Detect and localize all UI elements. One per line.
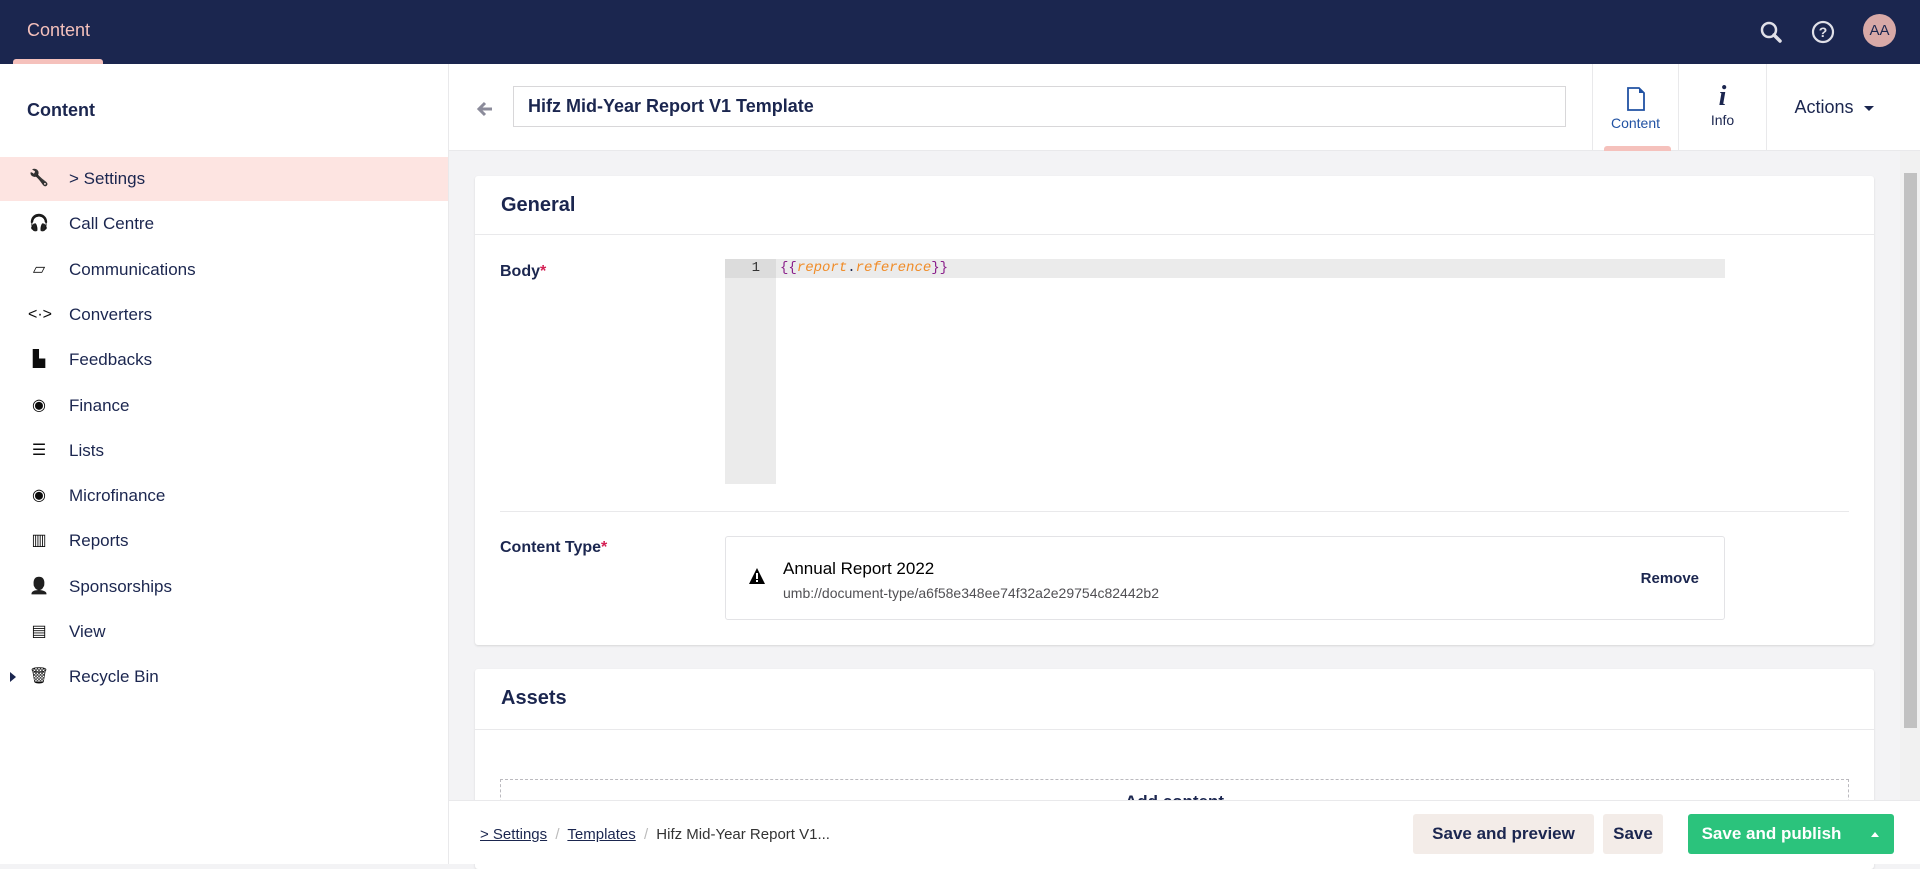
panel-title: Assets <box>501 687 567 709</box>
sidebar-item-label: Sponsorships <box>69 576 173 596</box>
sidebar-item-label: Converters <box>69 304 153 324</box>
sidebar-item-settings[interactable]: 🔧 > Settings <box>0 157 448 201</box>
warning-icon <box>749 568 765 584</box>
breadcrumb-current: Hifz Mid-Year Report V1... <box>656 826 830 843</box>
sidebar-item-recycle-bin[interactable]: 🗑 Recycle Bin <box>0 655 448 699</box>
sidebar-item-reports[interactable]: ▥ Reports <box>0 519 448 563</box>
app-tab-label: Info <box>1710 112 1735 128</box>
panel-title: General <box>501 194 576 216</box>
sidebar-item-finance[interactable]: ◉ Finance <box>0 384 448 428</box>
caret-up-icon <box>1870 831 1879 837</box>
sidebar-item-sponsorships[interactable]: 👤 Sponsorships <box>0 565 448 609</box>
inbox-icon: ▱ <box>32 260 46 278</box>
sidebar-item-label: Reports <box>69 531 129 551</box>
save-and-publish-button[interactable]: Save and publish <box>1688 814 1855 854</box>
active-tab-indicator <box>1604 146 1671 151</box>
publish-options-button[interactable] <box>1855 814 1894 854</box>
sidebar-item-call-centre[interactable]: 🎧 Call Centre <box>0 202 448 246</box>
breadcrumb-templates[interactable]: Templates <box>567 826 635 843</box>
save-and-preview-button[interactable]: Save and preview <box>1413 814 1594 854</box>
sidebar-item-label: Recycle Bin <box>69 667 159 687</box>
sidebar-item-communications[interactable]: ▱ Communications <box>0 248 448 292</box>
info-icon: i <box>1718 81 1727 112</box>
document-icon <box>1626 87 1645 111</box>
sidebar-item-lists[interactable]: ☰ Lists <box>0 429 448 473</box>
headset-icon: 🎧 <box>29 215 49 233</box>
trash-icon: 🗑 <box>28 668 50 686</box>
svg-text:?: ? <box>1819 24 1828 40</box>
coins-icon: ◉ <box>32 396 46 414</box>
sidebar-item-label: Feedbacks <box>69 350 153 370</box>
sidebar-item-label: Communications <box>69 259 196 279</box>
sidebar-item-label: Finance <box>69 395 130 415</box>
content-type-name: Annual Report 2022 <box>783 559 935 578</box>
top-bar: Content ? AA <box>0 0 1920 64</box>
newspaper-icon: ▤ <box>31 623 47 640</box>
sidebar-item-view[interactable]: ▤ View <box>0 610 448 654</box>
document-name-input[interactable] <box>513 86 1566 127</box>
app-tab-label: Content <box>1610 115 1661 131</box>
save-button[interactable]: Save <box>1603 814 1663 854</box>
breadcrumb: > Settings / Templates / Hifz Mid-Year R… <box>480 826 830 843</box>
scrollbar-thumb[interactable] <box>1904 173 1917 728</box>
sidebar-item-feedbacks[interactable]: ▙ Feedbacks <box>0 338 448 382</box>
general-panel: General Body* 1 {{report.reference}} Con… <box>475 176 1874 645</box>
content-type-picker-item: Annual Report 2022 umb://document-type/a… <box>725 536 1725 620</box>
help-icon[interactable]: ? <box>1807 16 1839 48</box>
sidebar-item-label: View <box>69 622 106 641</box>
books-icon: ▥ <box>31 532 47 550</box>
scrollbar[interactable] <box>1900 151 1920 800</box>
sidebar-item-label: Microfinance <box>69 486 166 506</box>
app-tab-content[interactable]: Content <box>1592 64 1678 151</box>
coin-stack-icon: ◉ <box>32 487 46 505</box>
expand-caret-icon[interactable] <box>10 672 16 683</box>
ordered-list-icon: ☰ <box>31 441 47 459</box>
sidebar: Content 🔧 > Settings 🎧 Call Centre ▱ Communic… <box>0 64 449 864</box>
section-tab-content[interactable]: Content <box>27 20 90 41</box>
users-icon: 👤 <box>29 577 49 595</box>
sidebar-item-microfinance[interactable]: ◉ Microfinance <box>0 474 448 518</box>
actions-label: Actions <box>1794 97 1854 117</box>
sidebar-item-converters[interactable]: <·> Converters <box>0 293 448 337</box>
body-label: Body* <box>500 263 547 280</box>
code-line: {{report.reference}} <box>780 260 949 276</box>
content-type-label: Content Type* <box>500 539 608 556</box>
sidebar-title: Content <box>27 100 95 120</box>
line-number: 1 <box>725 259 776 278</box>
sidebar-item-label: Lists <box>69 440 104 460</box>
breadcrumb-settings[interactable]: > Settings <box>480 826 547 843</box>
chevron-down-icon <box>1863 105 1874 111</box>
actions-dropdown[interactable]: Actions <box>1766 64 1901 151</box>
remove-button[interactable]: Remove <box>1641 570 1699 587</box>
avatar[interactable]: AA <box>1863 14 1896 47</box>
sidebar-item-label: Call Centre <box>69 214 155 234</box>
search-icon[interactable] <box>1755 16 1787 48</box>
back-arrow-icon[interactable] <box>476 100 494 118</box>
wrench-icon: 🔧 <box>29 170 49 187</box>
code-arrows-icon: <·> <box>28 305 53 323</box>
megaphone-icon: ▙ <box>32 351 46 369</box>
sidebar-item-label: > Settings <box>69 169 146 188</box>
content-type-udi: umb://document-type/a6f58e348ee74f32a2e2… <box>783 585 1159 601</box>
code-editor[interactable]: 1 {{report.reference}} <box>725 259 1725 484</box>
app-tab-info[interactable]: i Info <box>1678 64 1766 151</box>
footer: > Settings / Templates / Hifz Mid-Year R… <box>449 800 1920 864</box>
